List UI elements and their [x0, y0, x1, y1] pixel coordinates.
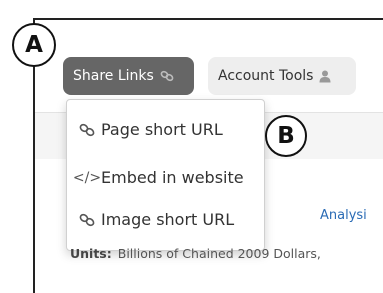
link-icon [160, 70, 174, 82]
user-icon [319, 70, 331, 83]
menu-item-label: Image short URL [101, 210, 235, 229]
account-tools-label: Account Tools [218, 68, 314, 84]
code-icon: </> [72, 169, 102, 186]
menu-item-embed-in-website[interactable]: </> Embed in website [72, 168, 244, 187]
menu-item-page-short-url[interactable]: Page short URL [77, 120, 223, 139]
account-tools-button[interactable]: Account Tools [208, 57, 356, 95]
share-links-label: Share Links [73, 68, 154, 84]
share-links-dropdown: Page short URL </> Embed in website Imag… [66, 99, 265, 251]
analysis-link[interactable]: Analysi [320, 208, 367, 223]
menu-item-label: Embed in website [101, 168, 244, 187]
frame-border-top [33, 18, 383, 20]
units-label: Units: [70, 246, 112, 261]
annotation-marker-b: B [265, 115, 307, 157]
link-icon [77, 123, 97, 137]
units-value: Billions of Chained 2009 Dollars, [117, 246, 321, 261]
menu-item-label: Page short URL [101, 120, 223, 139]
units-line: Units: Billions of Chained 2009 Dollars, [70, 246, 321, 261]
link-icon [77, 213, 97, 227]
menu-item-image-short-url[interactable]: Image short URL [77, 210, 234, 229]
share-links-button[interactable]: Share Links [63, 57, 194, 95]
annotation-marker-a: A [12, 23, 56, 67]
